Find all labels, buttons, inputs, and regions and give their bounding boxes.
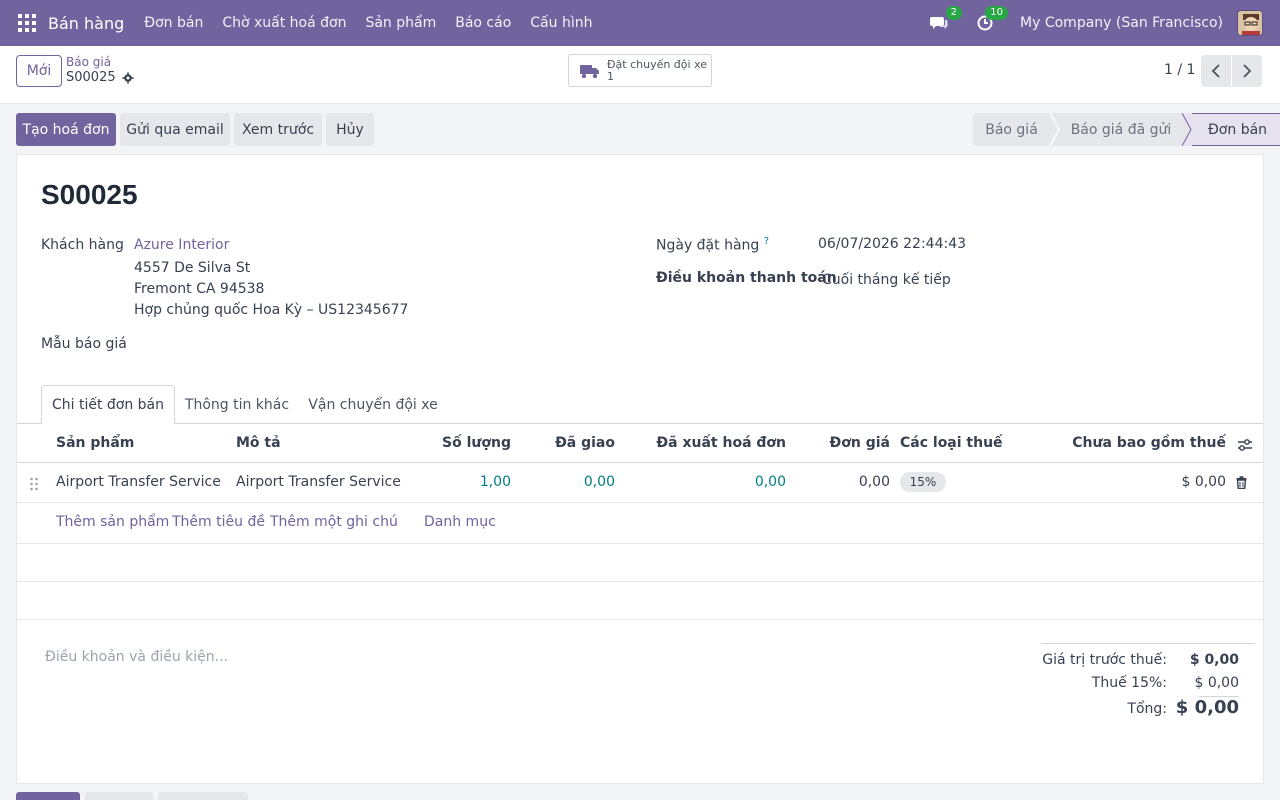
breadcrumb-current-label: S00025 [66, 70, 116, 85]
tax-label: Thuế 15%: [1091, 675, 1167, 691]
bottom-secondary-button[interactable] [85, 792, 153, 800]
user-avatar[interactable] [1237, 10, 1263, 36]
payment-terms-label: Điều khoản thanh toán [656, 270, 837, 286]
app-brand[interactable]: Bán hàng [48, 14, 124, 33]
order-date-label-text: Ngày đặt hàng [656, 237, 760, 254]
delete-trash-icon[interactable] [1236, 476, 1247, 489]
col-invoiced[interactable]: Đã xuất hoá đơn [656, 435, 786, 451]
status-arrow-icon [1182, 113, 1192, 146]
add-product-link[interactable]: Thêm sản phẩm [56, 514, 169, 530]
cell-subtotal: $ 0,00 [1181, 474, 1226, 490]
tab-fleet-transport[interactable]: Vận chuyển đội xe [304, 385, 442, 424]
messages-badge: 2 [945, 6, 963, 20]
totals-summary: Giá trị trước thuế: $ 0,00 Thuế 15%: $ 0… [1041, 643, 1255, 718]
chevron-left-icon [1211, 64, 1220, 78]
optional-columns-icon[interactable] [1237, 438, 1253, 452]
send-email-button[interactable]: Gửi qua email [120, 113, 230, 146]
untaxed-label: Giá trị trước thuế: [1042, 652, 1167, 668]
company-switcher[interactable]: My Company (San Francisco) [1020, 15, 1223, 31]
top-navbar: Bán hàng Đơn bán Chờ xuất hoá đơn Sản ph… [0, 0, 1280, 46]
total-label: Tổng: [1127, 701, 1167, 717]
tab-order-lines[interactable]: Chi tiết đơn bán [41, 385, 175, 424]
record-title: S00025 [41, 179, 138, 210]
customer-address-line3: Hợp chủng quốc Hoa Kỳ – US12345677 [134, 302, 409, 318]
customer-label: Khách hàng [41, 237, 124, 253]
smart-button-label: Đặt chuyến đội xe [607, 57, 708, 71]
chat-icon [930, 17, 948, 29]
table-header: Sản phẩm Mô tả Số lượng Đã giao Đã xuất … [17, 425, 1263, 463]
table-row[interactable]: Airport Transfer Service Airport Transfe… [17, 464, 1263, 503]
col-delivered[interactable]: Đã giao [555, 435, 615, 451]
tab-other-info[interactable]: Thông tin khác [177, 385, 297, 424]
status-sales-order[interactable]: Đơn bán [1192, 113, 1280, 146]
drag-handle-icon[interactable] [29, 477, 39, 491]
menu-orders[interactable]: Đơn bán [144, 15, 203, 31]
menu-reporting[interactable]: Báo cáo [455, 15, 511, 31]
col-unit-price[interactable]: Đơn giá [830, 435, 890, 451]
menu-products[interactable]: Sản phẩm [365, 15, 436, 31]
menu-configuration[interactable]: Cấu hình [530, 15, 592, 31]
form-sheet: S00025 Khách hàng Azure Interior 4557 De… [16, 154, 1264, 784]
cancel-button[interactable]: Hủy [326, 113, 374, 146]
tax-value: $ 0,00 [1194, 675, 1239, 691]
status-bar: Báo giá Báo giá đã gửi Đơn bán [973, 113, 1280, 146]
gear-icon[interactable] [121, 71, 134, 84]
control-panel: Mới Báo giá S00025 Đặt chuyến đội xe 1 1… [0, 46, 1280, 104]
tax-tag[interactable]: 15% [900, 472, 946, 492]
customer-name[interactable]: Azure Interior [134, 237, 229, 253]
order-date-value[interactable]: 06/07/2026 22:44:43 [818, 236, 966, 252]
total-value: $ 0,00 [1175, 697, 1239, 718]
catalog-link[interactable]: Danh mục [424, 514, 496, 530]
chevron-right-icon [1243, 64, 1252, 78]
messages-button[interactable]: 2 [928, 6, 963, 34]
customer-address-line1: 4557 De Silva St [134, 260, 251, 276]
col-quantity[interactable]: Số lượng [442, 435, 511, 451]
fleet-booking-smart-button[interactable]: Đặt chuyến đội xe 1 [568, 54, 712, 87]
col-product[interactable]: Sản phẩm [56, 435, 134, 451]
cell-invoiced[interactable]: 0,00 [755, 474, 786, 490]
smart-button-count: 1 [607, 69, 614, 83]
status-arrow-icon [1050, 113, 1060, 146]
customer-address-line2: Fremont CA 94538 [134, 281, 265, 297]
menu-to-invoice[interactable]: Chờ xuất hoá đơn [222, 15, 346, 31]
cell-description[interactable]: Airport Transfer Service [236, 474, 401, 490]
help-tooltip-icon[interactable]: ? [764, 236, 769, 247]
payment-terms-value[interactable]: Cuối tháng kế tiếp [822, 272, 951, 288]
pager-next-button[interactable] [1232, 55, 1262, 87]
apps-menu-icon[interactable] [18, 14, 36, 32]
new-button[interactable]: Mới [16, 55, 62, 87]
empty-row [17, 582, 1263, 620]
add-line-row: Thêm sản phẩm Thêm tiêu đề Thêm một ghi … [17, 504, 1263, 544]
activities-badge: 10 [985, 6, 1009, 20]
cell-quantity[interactable]: 1,00 [480, 474, 511, 490]
add-section-link[interactable]: Thêm tiêu đề [172, 514, 265, 530]
terms-conditions-field[interactable]: Điều khoản và điều kiện... [45, 649, 228, 665]
activities-button[interactable]: 10 [974, 6, 1009, 34]
bottom-primary-button[interactable] [16, 792, 80, 800]
truck-icon [580, 64, 599, 78]
pager-previous-button[interactable] [1201, 55, 1231, 87]
preview-button[interactable]: Xem trước [234, 113, 322, 146]
breadcrumb-current: S00025 [66, 70, 134, 85]
avatar-image-icon [1238, 11, 1262, 35]
cell-product[interactable]: Airport Transfer Service [56, 474, 221, 490]
empty-row [17, 544, 1263, 582]
breadcrumb-parent[interactable]: Báo giá [66, 55, 111, 69]
col-description[interactable]: Mô tả [236, 435, 281, 451]
status-quotation-sent[interactable]: Báo giá đã gửi [1060, 113, 1182, 146]
untaxed-value: $ 0,00 [1189, 652, 1239, 668]
quote-template-label: Mẫu báo giá [41, 336, 127, 352]
order-date-label: Ngày đặt hàng ? [656, 236, 769, 254]
create-invoice-button[interactable]: Tạo hoá đơn [16, 113, 116, 146]
col-subtotal[interactable]: Chưa bao gồm thuế [1072, 435, 1226, 451]
cell-delivered[interactable]: 0,00 [584, 474, 615, 490]
col-taxes[interactable]: Các loại thuế [900, 435, 1003, 451]
pager-value[interactable]: 1 / 1 [1164, 62, 1195, 78]
smart-button-text: Đặt chuyến đội xe 1 [607, 57, 708, 83]
add-note-link[interactable]: Thêm một ghi chú [270, 514, 398, 530]
bottom-tertiary-button[interactable] [158, 792, 248, 800]
status-quotation[interactable]: Báo giá [973, 113, 1050, 146]
cell-unit-price[interactable]: 0,00 [859, 474, 890, 490]
